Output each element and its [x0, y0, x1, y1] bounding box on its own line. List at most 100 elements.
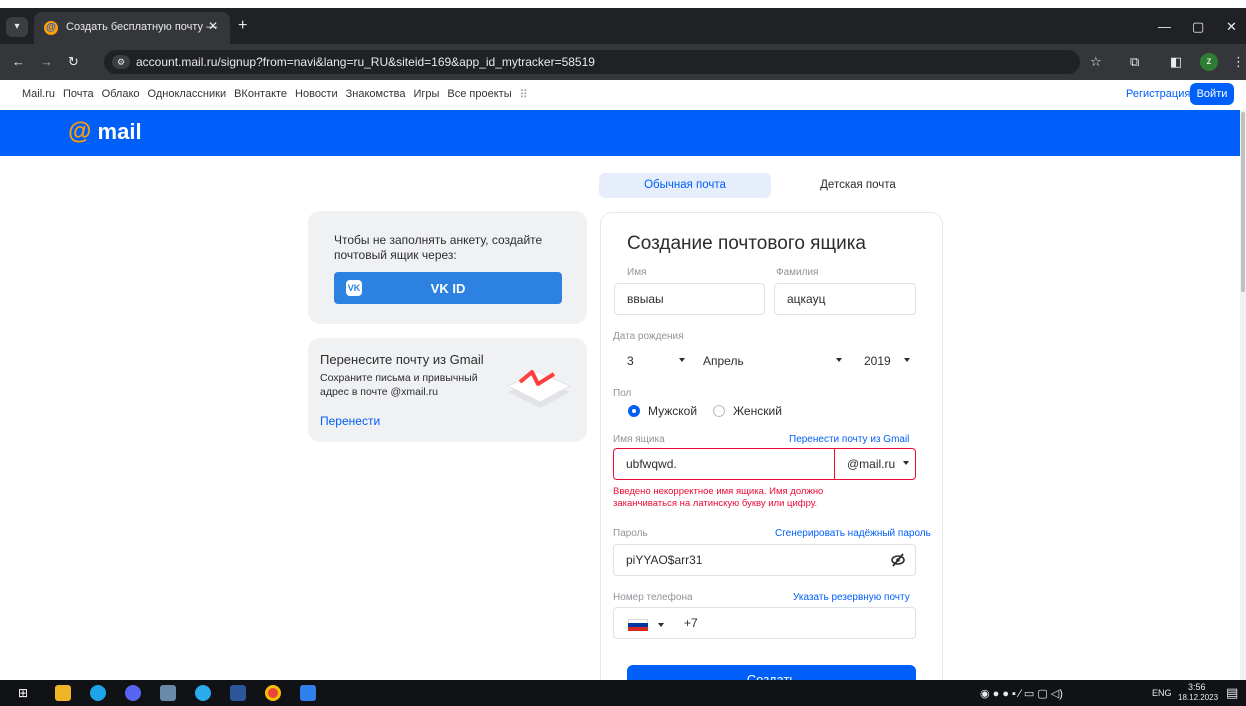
- portal-link-cloud[interactable]: Облако: [102, 88, 140, 101]
- vk-id-button[interactable]: VK VK ID: [334, 272, 562, 304]
- gmail-import-card: Перенесите почту из Gmail Сохраните пись…: [308, 338, 587, 442]
- vk-id-label: VK ID: [430, 281, 466, 296]
- register-link[interactable]: Регистрация: [1126, 88, 1190, 100]
- portal-bar: Mail.ru Почта Облако Одноклассники ВКонт…: [0, 80, 1246, 110]
- birth-month-select[interactable]: Апрель: [690, 345, 850, 377]
- russia-flag-icon[interactable]: [628, 619, 648, 631]
- new-tab-icon[interactable]: +: [238, 18, 247, 34]
- start-icon[interactable]: ⊞: [18, 685, 34, 701]
- discord-icon[interactable]: [125, 685, 141, 701]
- birth-day-value: 3: [627, 354, 634, 368]
- portal-link-vk[interactable]: ВКонтакте: [234, 88, 287, 101]
- vk-card-text: Чтобы не заполнять анкету, создайте почт…: [334, 233, 543, 262]
- envelope-illustration-icon: [506, 370, 572, 408]
- form-title: Создание почтового ящика: [627, 233, 867, 254]
- browser-tab[interactable]: @ Создать бесплатную почту — ✕: [34, 12, 230, 44]
- domain-value: @mail.ru: [847, 457, 896, 471]
- eye-off-icon[interactable]: [890, 552, 906, 568]
- tray-icons[interactable]: ◉ ● ● ▪ ∕ ▭ ▢ ◁): [980, 687, 1063, 700]
- top-strip: [0, 0, 1246, 8]
- tab-close-icon[interactable]: ✕: [208, 19, 218, 33]
- tab-search-icon[interactable]: ▾: [6, 17, 28, 37]
- site-info-icon[interactable]: ⚙: [112, 55, 130, 69]
- portal-link-news[interactable]: Новости: [295, 88, 338, 101]
- gender-male-label[interactable]: Мужской: [648, 404, 697, 418]
- gender-label: Пол: [613, 388, 632, 399]
- portal-links: Mail.ru Почта Облако Одноклассники ВКонт…: [22, 88, 528, 101]
- gmail-transfer-link[interactable]: Перенести: [320, 414, 380, 428]
- notifications-icon[interactable]: ▤: [1226, 685, 1238, 701]
- domain-select[interactable]: @mail.ru: [834, 448, 916, 480]
- clock-date[interactable]: 18.12.2023: [1178, 693, 1218, 702]
- birth-year-value: 2019: [864, 354, 891, 368]
- file-explorer-icon[interactable]: [55, 685, 71, 701]
- edge-icon[interactable]: [90, 685, 106, 701]
- portal-link-mailru[interactable]: Mail.ru: [22, 88, 55, 101]
- minimize-icon[interactable]: —: [1158, 19, 1171, 34]
- mailbox-input[interactable]: ubfwqwd.: [613, 448, 836, 480]
- windows-taskbar: ⊞ ◉ ● ● ▪ ∕ ▭ ▢ ◁) ENG 3:56 18.12.2023 ▤: [0, 680, 1246, 706]
- gender-female-label[interactable]: Женский: [733, 404, 782, 418]
- app-icon[interactable]: [160, 685, 176, 701]
- birth-day-select[interactable]: 3: [614, 345, 694, 377]
- profile-avatar[interactable]: z: [1200, 53, 1218, 71]
- chevron-down-icon[interactable]: [658, 623, 664, 627]
- forward-icon[interactable]: →: [40, 54, 53, 69]
- language-indicator[interactable]: ENG: [1152, 688, 1172, 698]
- photos-icon[interactable]: [300, 685, 316, 701]
- generate-password-link[interactable]: Сгенерировать надёжный пароль: [775, 528, 931, 539]
- mail-logo[interactable]: @ mail: [68, 118, 142, 146]
- site-header: @ mail: [0, 110, 1240, 156]
- chrome-icon[interactable]: [265, 685, 281, 701]
- first-name-input[interactable]: ввыаы: [614, 283, 765, 315]
- mailbox-gmail-link[interactable]: Перенести почту из Gmail: [789, 434, 909, 445]
- portal-link-all-projects[interactable]: Все проекты: [447, 88, 511, 101]
- bookmark-star-icon[interactable]: ☆: [1090, 54, 1102, 70]
- gmail-card-title: Перенесите почту из Gmail: [320, 352, 484, 367]
- browser-tab-bar: ▾ @ Создать бесплатную почту — ✕ + — ▢ ✕: [0, 8, 1246, 44]
- browser-toolbar: ← → ↻ ⚙ account.mail.ru/signup?from=navi…: [0, 44, 1246, 80]
- side-panel-icon[interactable]: ◧: [1170, 54, 1182, 70]
- address-bar[interactable]: ⚙ account.mail.ru/signup?from=navi&lang=…: [104, 50, 1080, 74]
- clock-time[interactable]: 3:56: [1188, 682, 1206, 692]
- reload-icon[interactable]: ↻: [68, 54, 79, 70]
- telegram-icon[interactable]: [195, 685, 211, 701]
- birth-date-label: Дата рождения: [613, 331, 684, 342]
- birth-month-value: Апрель: [703, 354, 744, 368]
- mailru-favicon-icon: @: [44, 21, 58, 35]
- back-icon[interactable]: ←: [12, 54, 25, 69]
- portal-link-games[interactable]: Игры: [413, 88, 439, 101]
- chevron-down-icon: [679, 358, 685, 362]
- extensions-icon[interactable]: ⧉: [1130, 54, 1139, 70]
- mailbox-error-message: Введено некорректное имя ящика. Имя долж…: [613, 486, 824, 509]
- logo-at: @: [68, 118, 92, 145]
- tab-regular-mail[interactable]: Обычная почта: [599, 173, 771, 198]
- scrollbar-thumb[interactable]: [1241, 112, 1245, 292]
- tab-child-mail[interactable]: Детская почта: [778, 173, 938, 198]
- birth-year-select[interactable]: 2019: [851, 345, 917, 377]
- gmail-card-subtitle: Сохраните письма и привычный адрес в поч…: [320, 372, 478, 398]
- password-label: Пароль: [613, 528, 648, 539]
- last-name-input[interactable]: ацкауц: [774, 283, 916, 315]
- mailbox-label: Имя ящика: [613, 434, 665, 445]
- portal-link-ok[interactable]: Одноклассники: [148, 88, 227, 101]
- phone-label: Номер телефона: [613, 592, 693, 603]
- word-icon[interactable]: [230, 685, 246, 701]
- url-text[interactable]: account.mail.ru/signup?from=navi&lang=ru…: [136, 55, 595, 69]
- gender-female-radio[interactable]: [713, 405, 725, 417]
- menu-icon[interactable]: ⋮: [1232, 54, 1245, 70]
- login-button[interactable]: Войти: [1190, 83, 1234, 105]
- restore-icon[interactable]: ▢: [1192, 19, 1204, 35]
- portal-link-dating[interactable]: Знакомства: [346, 88, 406, 101]
- portal-link-pochta[interactable]: Почта: [63, 88, 94, 101]
- last-name-label: Фамилия: [776, 267, 819, 278]
- backup-email-link[interactable]: Указать резервную почту: [793, 592, 910, 603]
- vk-id-card: Чтобы не заполнять анкету, создайте почт…: [308, 211, 587, 324]
- gender-male-radio[interactable]: [628, 405, 640, 417]
- chevron-down-icon: [836, 358, 842, 362]
- chevron-down-icon: [904, 358, 910, 362]
- close-window-icon[interactable]: ✕: [1226, 19, 1237, 35]
- first-name-label: Имя: [627, 267, 647, 278]
- grid-icon[interactable]: ⠿: [520, 88, 528, 101]
- password-input[interactable]: piYYAO$arr31: [613, 544, 916, 576]
